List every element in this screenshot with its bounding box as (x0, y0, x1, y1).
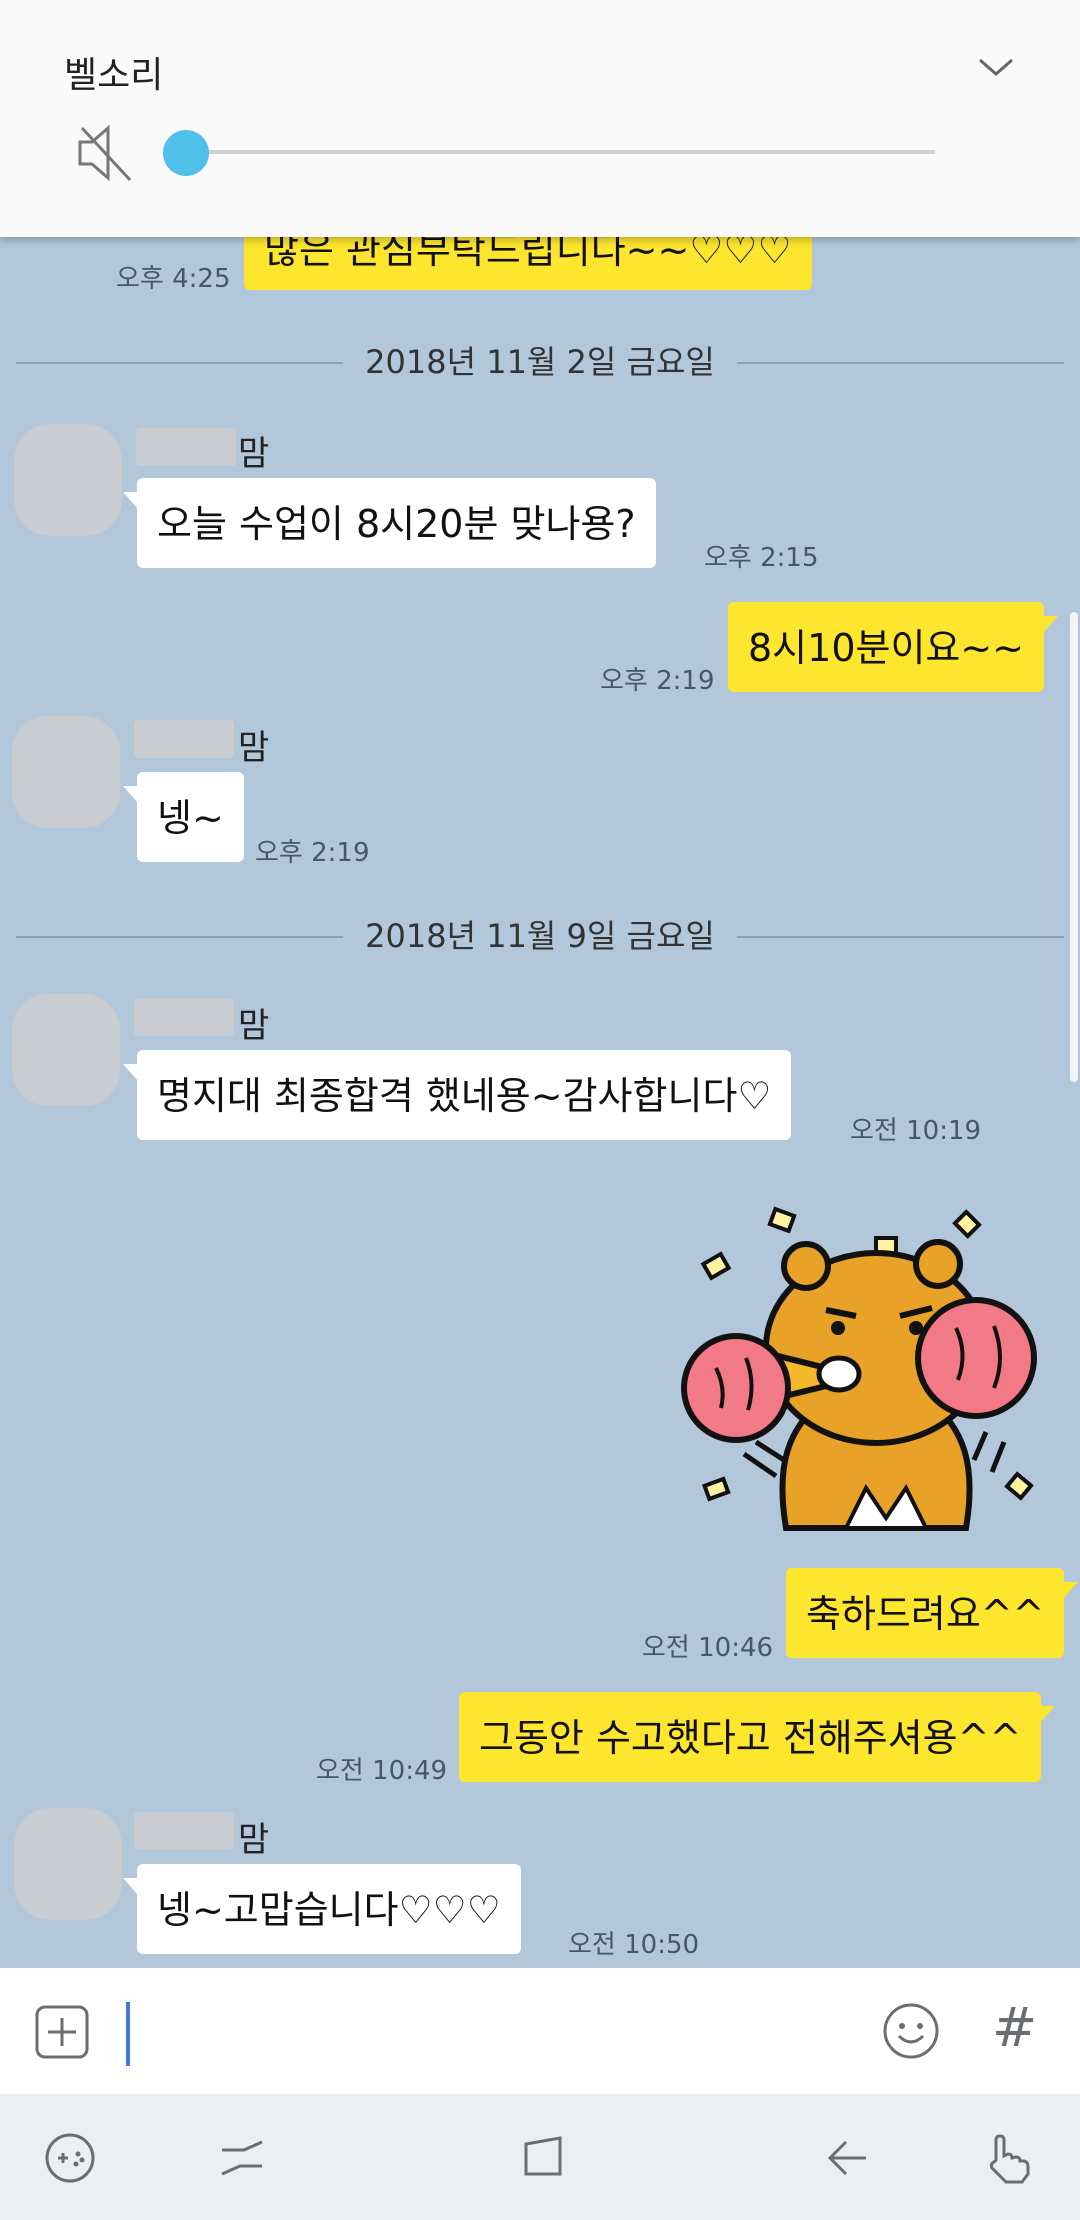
sender-name-redacted (134, 998, 234, 1036)
message-bubble-incoming[interactable]: 오늘 수업이 8시20분 맞나용? (123, 478, 656, 568)
volume-slider-track[interactable] (185, 150, 935, 154)
message-time: 오후 2:19 (255, 838, 370, 868)
avatar[interactable] (12, 994, 120, 1106)
back-icon[interactable] (818, 2130, 874, 2186)
message-time: 오후 2:19 (600, 666, 715, 696)
add-attachment-button[interactable] (34, 2004, 90, 2060)
message-bubble-incoming[interactable]: 명지대 최종합격 했네용~감사합니다♡ (122, 1050, 792, 1140)
game-tools-icon[interactable] (42, 2130, 98, 2186)
message-time: 오후 2:15 (704, 543, 819, 573)
message-bubble-outgoing[interactable]: 축하드려요^^ (786, 1568, 1079, 1658)
message-time: 오전 10:19 (850, 1116, 982, 1146)
message-bubble-outgoing[interactable]: 그동안 수고했다고 전해주셔용^^ (459, 1692, 1056, 1782)
volume-title: 벨소리 (64, 55, 164, 96)
scrollbar[interactable] (1070, 612, 1078, 1082)
volume-slider-thumb[interactable] (163, 130, 209, 176)
message-time: 오전 10:46 (642, 1633, 774, 1663)
avatar[interactable] (14, 424, 122, 536)
message-time: 오후 4:25 (116, 264, 231, 294)
touch-gesture-icon[interactable] (980, 2130, 1036, 2186)
date-label: 2018년 11월 2일 금요일 (343, 342, 737, 382)
emoticon-icon[interactable] (882, 2002, 940, 2060)
sender-name: 맘 (238, 434, 270, 474)
home-icon[interactable] (516, 2130, 572, 2186)
message-time: 오전 10:49 (316, 1756, 448, 1786)
date-divider: 2018년 11월 9일 금요일 (16, 916, 1064, 956)
date-label: 2018년 11월 9일 금요일 (343, 916, 737, 956)
sender-name-redacted (134, 1812, 234, 1850)
date-divider: 2018년 11월 2일 금요일 (16, 342, 1064, 382)
message-time: 오전 10:50 (568, 1930, 700, 1960)
sender-name: 맘 (238, 1820, 270, 1860)
sender-name: 맘 (238, 728, 270, 768)
sender-name: 맘 (238, 1006, 270, 1046)
sender-name-redacted (136, 428, 236, 466)
system-navigation-bar (0, 2094, 1080, 2220)
sender-name-redacted (134, 720, 234, 758)
message-bubble-incoming[interactable]: 넹~고맙습니다♡♡♡ (123, 1864, 521, 1954)
hashtag-search-button[interactable]: # (992, 1996, 1037, 2059)
ryan-cheering-sticker[interactable] (676, 1198, 1046, 1538)
recent-apps-icon[interactable] (214, 2130, 270, 2186)
avatar[interactable] (14, 1808, 122, 1920)
message-input-field[interactable] (126, 2002, 130, 2066)
ringtone-volume-panel: 벨소리 (0, 0, 1080, 237)
chevron-down-icon[interactable] (976, 52, 1016, 82)
mute-icon[interactable] (76, 122, 134, 184)
avatar[interactable] (12, 716, 120, 828)
message-bubble-outgoing[interactable]: 8시10분이요~~ (728, 602, 1059, 692)
message-input-bar: # (0, 1968, 1080, 2094)
message-bubble-incoming[interactable]: 넹~ (123, 772, 244, 862)
